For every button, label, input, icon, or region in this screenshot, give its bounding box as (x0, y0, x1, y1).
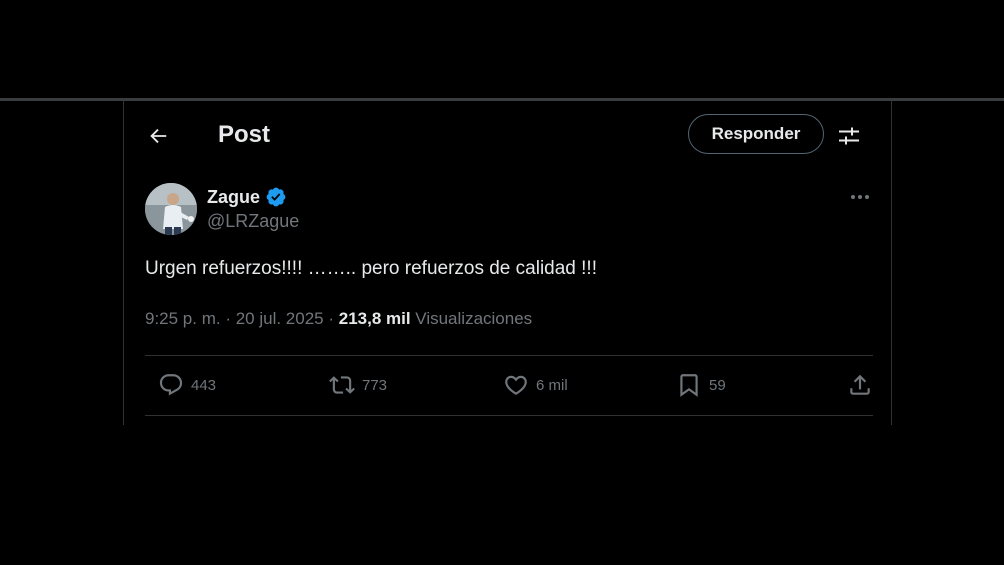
post-header: Post Responder (124, 101, 891, 169)
reply-action[interactable]: 443 (151, 372, 216, 398)
share-action[interactable] (840, 372, 873, 398)
filter-button[interactable] (834, 121, 864, 151)
views-label: Visualizaciones (415, 309, 533, 328)
bookmark-action[interactable]: 59 (669, 372, 726, 398)
like-action[interactable]: 6 mil (496, 372, 568, 398)
post-time[interactable]: 9:25 p. m. (145, 309, 221, 328)
bookmark-icon (676, 372, 702, 398)
like-count: 6 mil (536, 376, 568, 394)
more-options-button[interactable] (845, 185, 875, 209)
bookmark-count: 59 (709, 376, 726, 394)
back-button[interactable] (144, 122, 172, 150)
reply-button[interactable]: Responder (688, 114, 824, 154)
author-name-text: Zague (207, 186, 261, 207)
post-column: Post Responder Zague @LRZague Urgen refu… (123, 101, 892, 425)
post-date[interactable]: 20 jul. 2025 (236, 309, 324, 328)
meta-separator: · (323, 309, 339, 328)
share-icon (847, 372, 873, 398)
screen: Post Responder Zague @LRZague Urgen refu… (0, 0, 1004, 565)
repost-count: 773 (362, 376, 388, 394)
reply-icon (158, 372, 184, 398)
reply-count: 443 (191, 376, 217, 394)
meta-separator: · (220, 309, 236, 328)
divider (145, 415, 873, 416)
verified-badge-icon (265, 186, 287, 208)
author-name[interactable]: Zague (207, 186, 287, 208)
arrow-left-icon (147, 125, 169, 147)
more-horizontal-icon (850, 194, 870, 200)
avatar[interactable] (145, 183, 197, 235)
action-bar: 443 773 6 mil 59 (145, 356, 873, 414)
post-author: Zague @LRZague (145, 183, 875, 239)
heart-icon (503, 372, 529, 398)
sliders-icon (837, 124, 861, 148)
views-count: 213,8 mil (338, 309, 411, 328)
page-title: Post (218, 121, 271, 148)
author-handle[interactable]: @LRZague (207, 211, 299, 232)
post-text: Urgen refuerzos!!!! …….. pero refuerzos … (145, 258, 597, 279)
post-metadata: 9:25 p. m. · 20 jul. 2025 · 213,8 mil Vi… (145, 309, 532, 329)
repost-icon (329, 372, 355, 398)
repost-action[interactable]: 773 (322, 372, 387, 398)
